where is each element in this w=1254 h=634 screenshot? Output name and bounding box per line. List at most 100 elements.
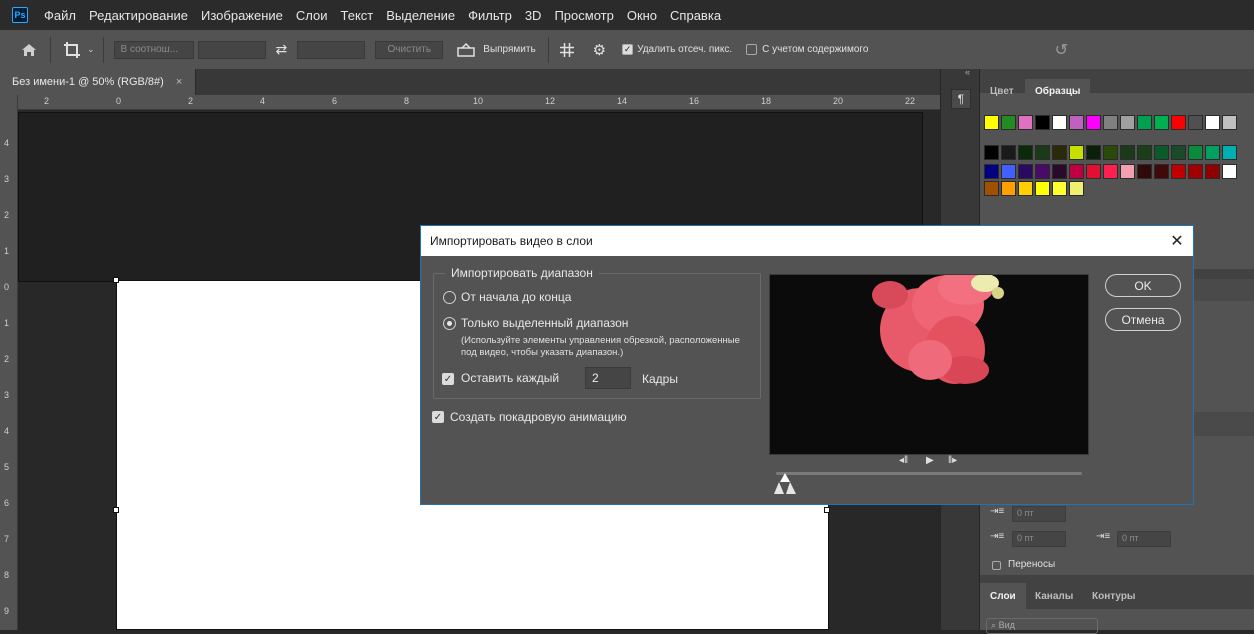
trim-start-handle[interactable] [774, 481, 797, 499]
width-field[interactable] [197, 40, 266, 59]
next-frame-button[interactable]: ‖▸ [948, 455, 957, 466]
crop-handle[interactable] [113, 277, 119, 283]
color-swatch[interactable] [1171, 145, 1186, 160]
chevron-down-icon[interactable]: ⌄ [87, 44, 95, 55]
crop-handle[interactable] [824, 507, 830, 513]
menu-type[interactable]: Текст [341, 8, 374, 23]
tab-swatches[interactable]: Образцы [1025, 79, 1091, 103]
clear-button[interactable]: Очистить [375, 40, 444, 59]
color-swatch[interactable] [1035, 115, 1050, 130]
color-swatch[interactable] [1052, 115, 1067, 130]
reset-icon[interactable]: ↺ [1055, 40, 1068, 60]
menu-file[interactable]: Файл [44, 8, 76, 23]
layer-filter-search[interactable]: ⌕ Вид [986, 618, 1098, 634]
delete-cropped-checkbox[interactable]: ✓ [622, 44, 634, 55]
cancel-button[interactable]: Отмена [1105, 308, 1181, 331]
color-swatch[interactable] [1069, 145, 1084, 160]
space-before-field[interactable]: 0 пт [1012, 531, 1066, 547]
color-swatch[interactable] [1154, 164, 1169, 179]
gear-icon[interactable]: ⚙ [593, 41, 606, 59]
color-swatch[interactable] [1069, 181, 1084, 196]
color-swatch[interactable] [1205, 115, 1220, 130]
previous-frame-button[interactable]: ◂‖ [899, 455, 908, 466]
ok-button[interactable]: OK [1105, 274, 1181, 297]
straighten-icon[interactable] [457, 42, 476, 57]
color-swatch[interactable] [1222, 115, 1237, 130]
straighten-button[interactable]: Выпрямить [483, 44, 535, 55]
radio-selected-range[interactable] [443, 317, 456, 330]
color-swatch[interactable] [1086, 115, 1101, 130]
close-icon[interactable]: × [176, 76, 182, 88]
color-swatch[interactable] [1188, 145, 1203, 160]
color-swatch[interactable] [1222, 164, 1237, 179]
color-swatch[interactable] [1018, 164, 1033, 179]
color-swatch[interactable] [1052, 145, 1067, 160]
make-animation-checkbox[interactable]: ✓ [432, 411, 444, 423]
color-swatch[interactable] [984, 115, 999, 130]
color-swatch[interactable] [1018, 145, 1033, 160]
color-swatch[interactable] [1052, 164, 1067, 179]
color-swatch[interactable] [1086, 145, 1101, 160]
color-swatch[interactable] [1154, 145, 1169, 160]
video-scrubber-track[interactable] [776, 472, 1082, 475]
color-swatch[interactable] [1154, 115, 1169, 130]
color-swatch[interactable] [1086, 164, 1101, 179]
color-swatch[interactable] [984, 181, 999, 196]
play-button[interactable]: ▶ [926, 455, 934, 466]
menu-window[interactable]: Окно [627, 8, 657, 23]
color-swatch[interactable] [1205, 145, 1220, 160]
color-swatch[interactable] [984, 164, 999, 179]
content-aware-checkbox[interactable] [746, 44, 758, 55]
menu-filter[interactable]: Фильтр [468, 8, 512, 23]
ratio-select[interactable]: В соотнош... [113, 40, 194, 59]
home-icon[interactable] [18, 40, 40, 60]
crop-tool-icon[interactable] [63, 41, 81, 59]
keep-every-checkbox[interactable]: ✓ [442, 373, 454, 385]
color-swatch[interactable] [1035, 145, 1050, 160]
color-swatch[interactable] [1018, 115, 1033, 130]
paragraph-panel-icon[interactable]: ¶ [951, 89, 971, 109]
color-swatch[interactable] [1103, 115, 1118, 130]
option-from-start-to-end-label[interactable]: От начала до конца [461, 290, 571, 304]
color-swatch[interactable] [1001, 115, 1016, 130]
color-swatch[interactable] [1171, 164, 1186, 179]
menu-edit[interactable]: Редактирование [89, 8, 188, 23]
color-swatch[interactable] [1001, 145, 1016, 160]
radio-from-start-to-end[interactable] [443, 291, 456, 304]
color-swatch[interactable] [1205, 164, 1220, 179]
hyphenation-checkbox[interactable] [992, 561, 1001, 570]
tab-color[interactable]: Цвет [980, 79, 1024, 103]
close-icon[interactable]: ✕ [1161, 226, 1193, 256]
color-swatch[interactable] [1069, 164, 1084, 179]
color-swatch[interactable] [1069, 115, 1084, 130]
color-swatch[interactable] [1052, 181, 1067, 196]
color-swatch[interactable] [1137, 115, 1152, 130]
menu-help[interactable]: Справка [670, 8, 721, 23]
menu-view[interactable]: Просмотр [554, 8, 613, 23]
color-swatch[interactable] [1018, 181, 1033, 196]
menu-3d[interactable]: 3D [525, 8, 542, 23]
menu-image[interactable]: Изображение [201, 8, 283, 23]
color-swatch[interactable] [1137, 145, 1152, 160]
swap-icon[interactable]: ⇄ [276, 41, 288, 58]
color-swatch[interactable] [1171, 115, 1186, 130]
color-swatch[interactable] [1120, 115, 1135, 130]
color-swatch[interactable] [1035, 181, 1050, 196]
menu-layers[interactable]: Слои [296, 8, 328, 23]
color-swatch[interactable] [1035, 164, 1050, 179]
document-tab[interactable]: Без имени-1 @ 50% (RGB/8#) × [0, 69, 196, 95]
tab-channels[interactable]: Каналы [1025, 583, 1083, 609]
indent-left-field[interactable]: 0 пт [1012, 506, 1066, 522]
color-swatch[interactable] [1103, 164, 1118, 179]
color-swatch[interactable] [1001, 181, 1016, 196]
color-swatch[interactable] [1222, 145, 1237, 160]
color-swatch[interactable] [984, 145, 999, 160]
space-after-field[interactable]: 0 пт [1117, 531, 1171, 547]
color-swatch[interactable] [1120, 164, 1135, 179]
collapse-arrows-icon[interactable]: « [965, 67, 970, 77]
crop-handle[interactable] [113, 507, 119, 513]
color-swatch[interactable] [1103, 145, 1118, 160]
color-swatch[interactable] [1188, 164, 1203, 179]
menu-select[interactable]: Выделение [386, 8, 455, 23]
keep-every-input[interactable]: 2 [585, 367, 631, 389]
